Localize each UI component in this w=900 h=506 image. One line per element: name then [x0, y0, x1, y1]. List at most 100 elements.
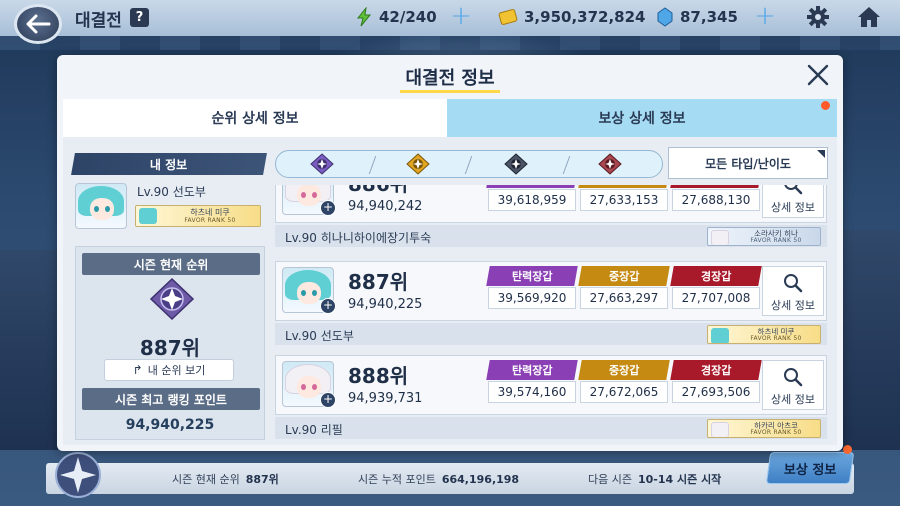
- my-info-title: 내 정보: [150, 157, 188, 172]
- rank-emblem-icon: [149, 277, 195, 321]
- season-rank-header: 시즌 현재 순위: [82, 253, 260, 275]
- my-profile-card: Lv.90 선도부 하츠네 미쿠 FAVOR RANK 50: [75, 183, 265, 235]
- ranking-card: + 886위 94,940,242 탄력장갑 39,618,959 중장갑 27…: [275, 185, 827, 223]
- add-friend-icon[interactable]: +: [320, 200, 336, 216]
- my-rank-button-label: 내 순위 보기: [147, 364, 206, 377]
- player-level-name: Lv.90 리필: [285, 423, 343, 437]
- credit-icon: [498, 9, 518, 25]
- player-level-name: Lv.90 히나니하이에장기투숙: [285, 231, 432, 245]
- footer-next-season-label: 다음 시즌: [588, 473, 632, 486]
- armor-label: 경장갑: [670, 360, 762, 380]
- detail-info-button[interactable]: 상세 정보: [762, 185, 824, 218]
- armor-value: 27,688,130: [672, 189, 760, 211]
- ranking-content: 내 정보 Lv.90 선도부 하츠네 미쿠 FAVOR RANK 50 시즌 현…: [63, 137, 837, 445]
- armor-elastic: 탄력장갑 39,618,959: [486, 185, 578, 211]
- armor-heavy: 중장갑 27,633,153: [578, 185, 670, 211]
- avatar-eye: [301, 290, 306, 296]
- armor-value: 27,693,506: [672, 381, 760, 403]
- footer-total-points-value: 664,196,198: [441, 473, 520, 486]
- rank-value: 887위: [348, 270, 409, 294]
- armor-elastic: 탄력장갑 39,569,920: [486, 266, 578, 309]
- raid-emblem-icon: [55, 452, 101, 498]
- filter-separator: [368, 156, 377, 174]
- badge-subtitle: FAVOR RANK 50: [750, 237, 802, 244]
- armor-label: 경장갑: [670, 266, 762, 286]
- avatar-eye: [94, 206, 99, 212]
- gear-icon[interactable]: [806, 5, 830, 29]
- armor-value: 27,633,153: [580, 189, 668, 211]
- detail-info-label: 상세 정보: [771, 299, 815, 312]
- badge-character: [711, 422, 729, 437]
- my-rank-button[interactable]: ↱ 내 순위 보기: [104, 359, 234, 381]
- armor-label-text: 경장갑: [700, 364, 732, 377]
- armor-label-text: 중장갑: [609, 185, 639, 186]
- filter-dark-emblem-icon[interactable]: [504, 153, 528, 175]
- detail-info-button[interactable]: 상세 정보: [762, 360, 824, 410]
- armor-value: 39,574,160: [488, 381, 576, 403]
- type-difficulty-select[interactable]: 모든 타입/난이도: [668, 147, 828, 179]
- my-level-name: Lv.90 선도부: [137, 185, 206, 199]
- best-points-header: 시즌 최고 랭킹 포인트: [82, 388, 260, 410]
- armor-elastic: 탄력장갑 39,574,160: [486, 360, 578, 403]
- modal-title: 대결전 정보: [405, 68, 495, 89]
- stamina-display: 42/240: [355, 7, 437, 27]
- player-name-bar: Lv.90 리필 하카리 아츠코 FAVOR RANK 50: [275, 417, 827, 439]
- tab-reward-details[interactable]: 보상 상세 정보: [447, 99, 837, 137]
- close-icon[interactable]: [805, 62, 831, 88]
- footer-next-season-value: 10-14 시즌 시작: [637, 473, 722, 486]
- detail-info-button[interactable]: 상세 정보: [762, 266, 824, 316]
- filter-purple-emblem-icon[interactable]: [310, 153, 334, 175]
- armor-label-text: 탄력장갑: [511, 270, 553, 283]
- background-panel-right: [838, 230, 900, 450]
- filter-red-emblem-icon[interactable]: [598, 153, 622, 175]
- search-icon: [784, 368, 803, 387]
- add-friend-icon[interactable]: +: [320, 392, 336, 408]
- avatar-eye: [312, 290, 317, 296]
- back-arrow-icon: [26, 14, 51, 34]
- background-panel-left: [0, 250, 60, 450]
- footer-season-rank-label: 시즌 현재 순위: [172, 473, 240, 486]
- modal-title-underline: [400, 90, 500, 93]
- armor-value: 39,569,920: [488, 287, 576, 309]
- badge-character: [711, 230, 729, 245]
- best-points-value: 94,940,225: [125, 417, 215, 433]
- my-info-header: 내 정보: [71, 153, 267, 175]
- armor-label-text: 경장갑: [700, 270, 732, 283]
- footer-total-points: 시즌 누적 포인트 664,196,198: [358, 471, 519, 487]
- favor-badge: 하카리 아츠코 FAVOR RANK 50: [707, 419, 821, 438]
- back-button[interactable]: [14, 4, 62, 44]
- modal-tabs: 순위 상세 정보 보상 상세 정보: [63, 99, 837, 137]
- avatar-eye: [105, 206, 110, 212]
- filter-gold-emblem-icon[interactable]: [406, 153, 430, 175]
- player-name-bar: Lv.90 히나니하이에장기투숙 소라사키 히나 FAVOR RANK 50: [275, 225, 827, 247]
- reward-info-button[interactable]: 보상 정보: [765, 452, 855, 484]
- avatar: [75, 183, 127, 229]
- tab-ranking-details[interactable]: 순위 상세 정보: [63, 99, 447, 137]
- badge-subtitle: FAVOR RANK 50: [750, 429, 802, 436]
- armor-label-text: 중장갑: [608, 364, 640, 377]
- season-rank-value: 887위: [139, 336, 201, 360]
- ranking-list[interactable]: + 886위 94,940,242 탄력장갑 39,618,959 중장갑 27…: [275, 185, 827, 443]
- footer-next-season: 다음 시즌 10-14 시즌 시작: [588, 471, 721, 487]
- footer-season-rank-value: 887위: [245, 473, 279, 486]
- armor-light: 경장갑 27,693,506: [670, 360, 762, 403]
- help-button[interactable]: ?: [130, 8, 149, 27]
- dropdown-corner-icon: [817, 150, 825, 158]
- armor-value: 27,663,297: [580, 287, 668, 309]
- detail-info-label: 상세 정보: [771, 201, 815, 214]
- gems-plus-button[interactable]: +: [754, 3, 776, 29]
- armor-label: 탄력장갑: [486, 360, 578, 380]
- add-friend-icon[interactable]: +: [320, 298, 336, 314]
- armor-light: 경장갑 27,707,008: [670, 266, 762, 309]
- armor-heavy: 중장갑 27,663,297: [578, 266, 670, 309]
- ranking-card: + 887위 94,940,225 탄력장갑 39,569,920 중장갑 27…: [275, 261, 827, 321]
- favor-badge: 소라사키 히나 FAVOR RANK 50: [707, 227, 821, 246]
- stamina-plus-button[interactable]: +: [450, 3, 472, 29]
- armor-heavy: 중장갑 27,672,065: [578, 360, 670, 403]
- reward-notification-dot: [843, 445, 852, 454]
- avatar-eye: [312, 192, 317, 198]
- rank-value: 886위: [348, 185, 408, 197]
- badge-character: [139, 208, 157, 224]
- detail-info-label: 상세 정보: [771, 393, 815, 406]
- home-icon[interactable]: [856, 5, 882, 29]
